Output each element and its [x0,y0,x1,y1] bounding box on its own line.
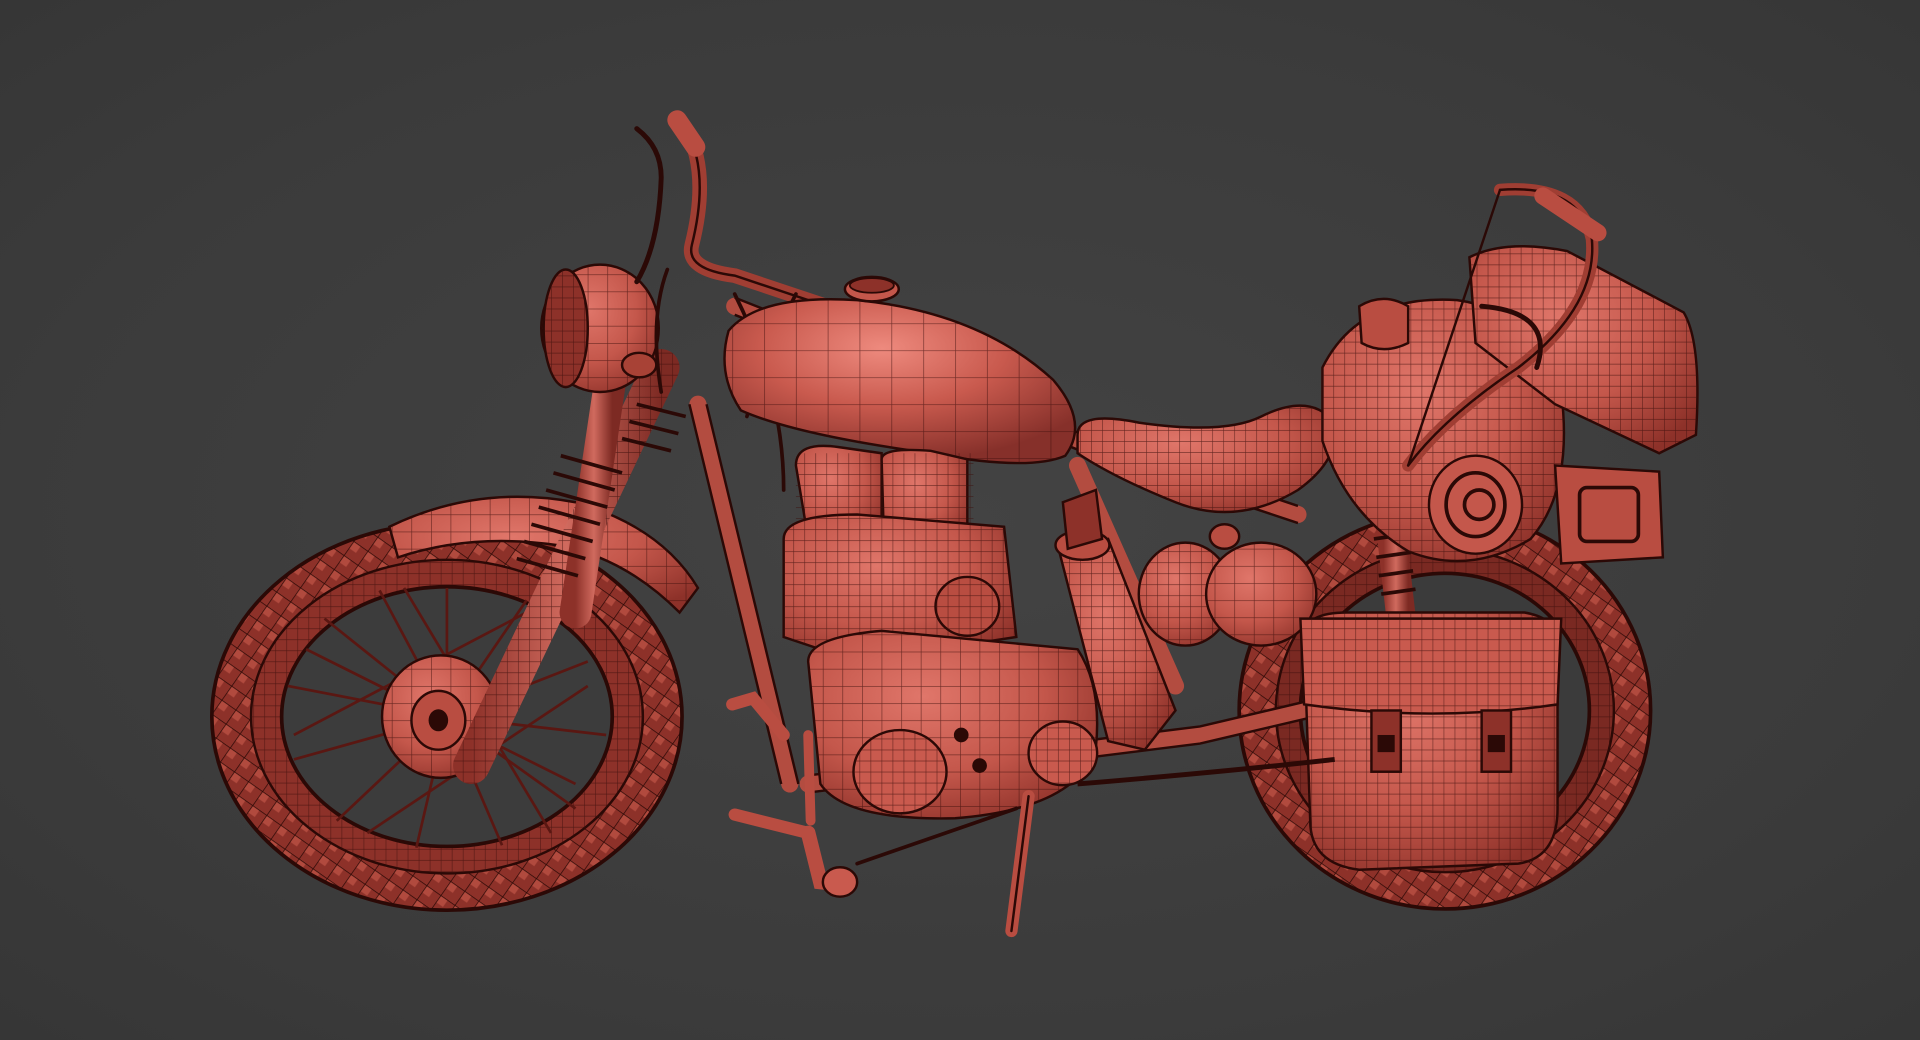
saddlebag-icon [1299,611,1563,871]
front-wheel-icon [210,521,684,912]
3d-viewport[interactable] [0,0,1920,1040]
fuel-tank-icon [723,275,1077,465]
side-cover-icon [1137,523,1318,647]
seat-icon [1076,404,1337,514]
engine-icon [782,444,1099,820]
headlight-icon [540,263,660,394]
motorcycle-model-icon [210,110,1699,938]
